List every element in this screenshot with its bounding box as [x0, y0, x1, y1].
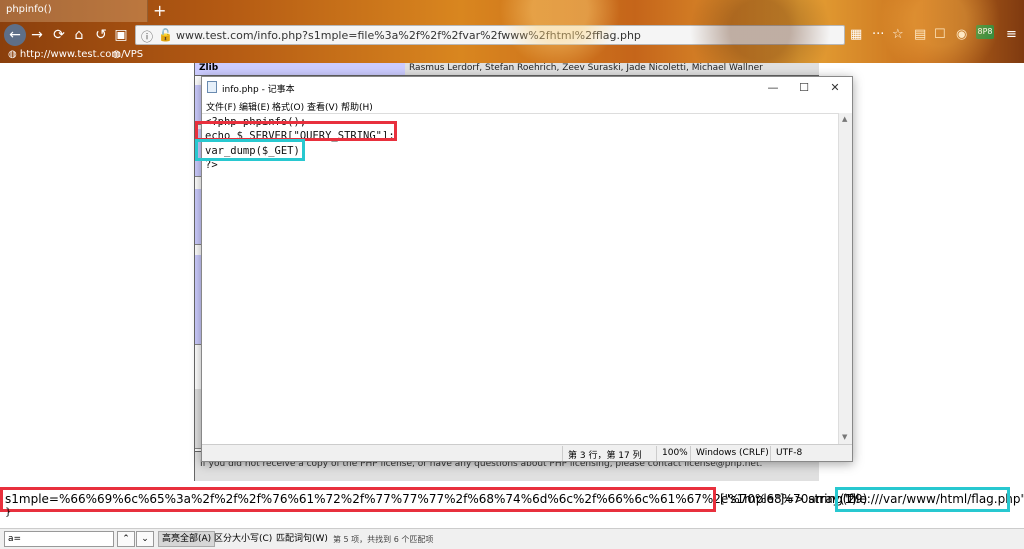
notepad-status-bar: 第 3 行，第 17 列 100% Windows (CRLF) UTF-8: [202, 444, 852, 461]
notepad-scrollbar[interactable]: ▲ ▼: [838, 113, 852, 444]
highlight-all-toggle[interactable]: 高亮全部(A): [158, 531, 216, 547]
close-button[interactable]: ✕: [820, 79, 850, 97]
more-icon[interactable]: ···: [872, 27, 884, 42]
insecure-lock-icon[interactable]: 🔓: [158, 28, 173, 42]
zlib-row: Zlib Rasmus Lerdorf, Stefan Roehrich, Ze…: [195, 63, 819, 76]
encoding: UTF-8: [776, 448, 803, 458]
reader-view-icon[interactable]: ▤: [914, 27, 926, 42]
bookmark-star-icon[interactable]: ☆: [892, 27, 904, 42]
scroll-down-icon[interactable]: ▼: [842, 433, 847, 441]
notepad-file-icon: [207, 81, 217, 93]
qr-code-icon[interactable]: ▦: [850, 27, 862, 42]
highlight-box-output-value: [835, 487, 1010, 512]
notepad-title: info.php - 记事本: [222, 85, 295, 95]
match-case-toggle[interactable]: 区分大小写(C): [211, 531, 275, 547]
find-bar: a= ⌃ ⌄ 高亮全部(A) 区分大小写(C) 匹配词句(W) 第 5 项，共找…: [0, 528, 1024, 549]
zlib-authors: Rasmus Lerdorf, Stefan Roehrich, Zeev Su…: [405, 63, 819, 75]
forward-button[interactable]: →: [28, 26, 46, 44]
maximize-button[interactable]: ☐: [789, 79, 819, 97]
info-icon[interactable]: ⓘ: [141, 28, 153, 45]
bookmark-vps[interactable]: ◍ VPS: [112, 49, 143, 60]
bookmarks-bar: ◍ http://www.test.com/ ◍ VPS: [0, 47, 1024, 63]
find-next-icon[interactable]: ⌄: [136, 531, 154, 547]
highlight-box-var-dump: [195, 139, 305, 161]
highlight-box-output-query: [0, 487, 716, 512]
menu-format[interactable]: 格式(O): [272, 100, 304, 113]
notepad-title-bar[interactable]: info.php - 记事本 — ☐ ✕: [202, 77, 852, 99]
menu-view[interactable]: 查看(V): [307, 100, 338, 113]
menu-file[interactable]: 文件(F): [206, 100, 236, 113]
tab-phpinfo[interactable]: phpinfo(): [0, 0, 148, 22]
minimize-button[interactable]: —: [758, 79, 788, 97]
highlight-box-query-string: [195, 121, 397, 141]
scroll-up-icon[interactable]: ▲: [842, 115, 847, 123]
url-text[interactable]: www.test.com/info.php?s1mple=file%3a%2f%…: [176, 29, 641, 42]
reload-button[interactable]: ⟳: [50, 26, 68, 44]
bookmark-test-site[interactable]: ◍ http://www.test.com/: [8, 49, 124, 60]
menu-edit[interactable]: 编辑(E): [239, 100, 270, 113]
history-icon[interactable]: ↺: [92, 26, 110, 44]
sync-icon[interactable]: ◉: [956, 27, 967, 42]
extension-badge[interactable]: 8P8: [976, 25, 994, 39]
find-prev-icon[interactable]: ⌃: [117, 531, 135, 547]
cursor-position: 第 3 行，第 17 列: [568, 451, 642, 461]
find-input[interactable]: a=: [4, 531, 114, 547]
zoom-level: 100%: [662, 448, 688, 458]
tab-title: phpinfo(): [6, 4, 52, 15]
notepad-text-area[interactable]: <?php phpinfo(); echo $_SERVER["QUERY_ST…: [202, 113, 838, 444]
notepad-menu-bar: 文件(F) 编辑(E) 格式(O) 查看(V) 帮助(H): [202, 99, 852, 113]
home-button[interactable]: ⌂: [70, 26, 88, 44]
close-brace: }: [5, 507, 12, 518]
whole-words-toggle[interactable]: 匹配词句(W): [273, 531, 331, 547]
container-icon[interactable]: ☐: [934, 27, 946, 42]
line-ending: Windows (CRLF): [696, 448, 769, 458]
menu-help[interactable]: 帮助(H): [341, 100, 373, 113]
address-bar[interactable]: ⓘ 🔓 www.test.com/info.php?s1mple=file%3a…: [135, 25, 845, 45]
new-tab-button[interactable]: +: [153, 1, 166, 20]
menu-icon[interactable]: ≡: [1006, 27, 1017, 42]
find-status: 第 5 项，共找到 6 个匹配项: [333, 535, 434, 544]
zlib-label: Zlib: [195, 63, 405, 75]
back-button[interactable]: ←: [4, 24, 26, 46]
save-icon[interactable]: ▣: [112, 26, 130, 44]
browser-chrome: phpinfo() + ← → ⟳ ⌂ ↺ ▣ ⓘ 🔓 www.test.com…: [0, 0, 1024, 63]
